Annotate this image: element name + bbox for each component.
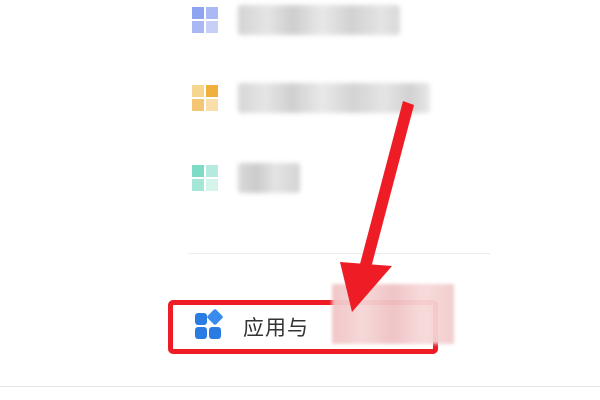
teal-grid-icon: [188, 161, 222, 195]
apps-icon: [193, 308, 225, 343]
orange-grid-icon: [188, 81, 222, 115]
blurred-label: [238, 83, 430, 113]
apps-menu-label: 应用与: [243, 316, 309, 340]
menu-item-2[interactable]: [188, 78, 430, 118]
settings-menu-screen: 应用与: [0, 0, 600, 400]
bottom-divider: [0, 386, 600, 387]
menu-item-1[interactable]: [188, 0, 400, 40]
menu-divider: [188, 253, 490, 254]
blue-grid-icon: [188, 3, 222, 37]
arrow-shaft: [360, 101, 414, 268]
privacy-blur-mask: [332, 284, 454, 344]
menu-item-3[interactable]: [188, 158, 300, 198]
blurred-label: [238, 163, 300, 193]
blurred-label: [238, 5, 400, 35]
